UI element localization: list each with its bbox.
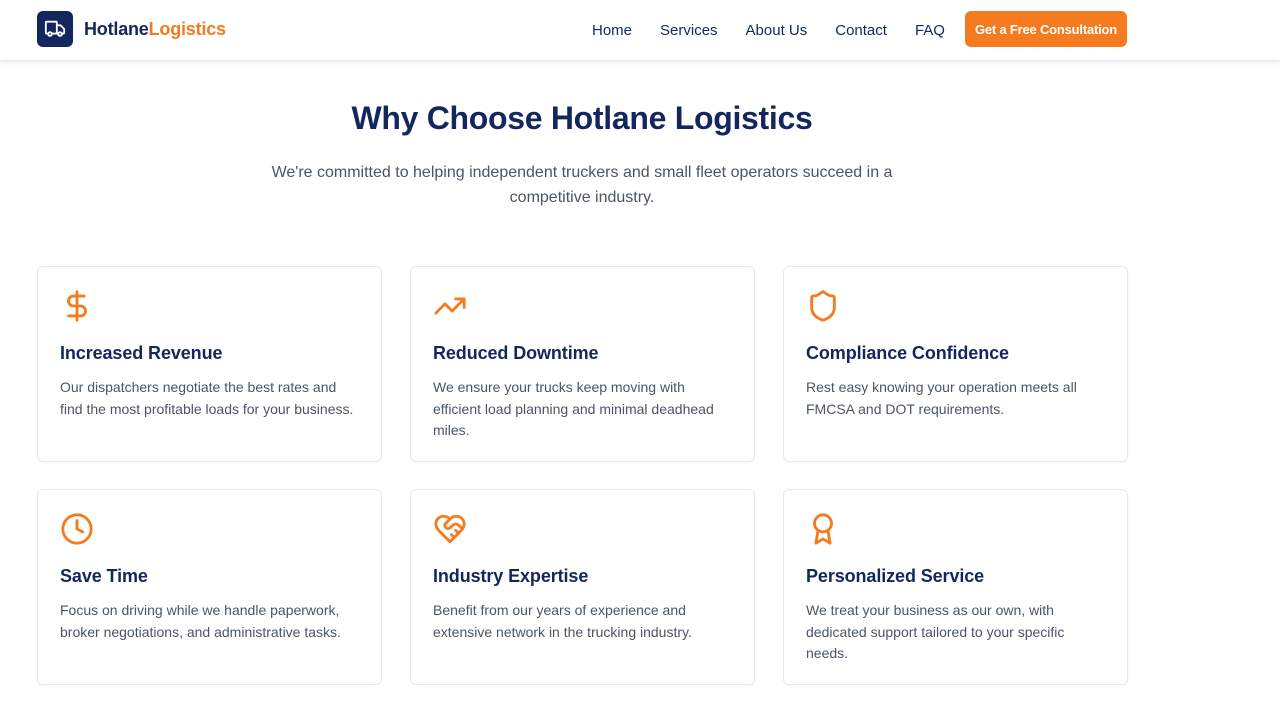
feature-title: Increased Revenue xyxy=(60,343,223,363)
main-nav: Home Services About Us Contact FAQ xyxy=(592,0,945,60)
navbar: HotlaneLogistics Home Services About Us … xyxy=(0,0,1280,61)
truck-icon xyxy=(37,11,73,47)
feature-title: Reduced Downtime xyxy=(433,343,599,363)
feature-card-industry-expertise: Industry Expertise Benefit from our year… xyxy=(410,489,755,685)
nav-link-faq[interactable]: FAQ xyxy=(915,22,945,39)
brand-logo-link[interactable]: HotlaneLogistics xyxy=(37,11,226,47)
clock-icon xyxy=(60,512,94,546)
award-icon xyxy=(806,512,840,546)
brand-name-part2: Logistics xyxy=(148,18,226,39)
feature-description: Focus on driving while we handle paperwo… xyxy=(60,602,341,640)
brand-name: HotlaneLogistics xyxy=(84,19,226,40)
heart-handshake-icon xyxy=(433,512,467,546)
feature-description: Our dispatchers negotiate the best rates… xyxy=(60,379,354,417)
feature-description: Rest easy knowing your operation meets a… xyxy=(806,379,1077,417)
feature-title: Personalized Service xyxy=(806,566,985,586)
feature-card-increased-revenue: Increased Revenue Our dispatchers negoti… xyxy=(37,266,382,462)
nav-link-services[interactable]: Services xyxy=(660,22,718,39)
feature-card-compliance-confidence: Compliance Confidence Rest easy knowing … xyxy=(783,266,1128,462)
feature-description: Benefit from our years of experience and… xyxy=(433,602,692,640)
feature-title: Save Time xyxy=(60,566,148,586)
feature-title: Industry Expertise xyxy=(433,566,589,586)
nav-link-home[interactable]: Home xyxy=(592,22,632,39)
section-subtitle: We're committed to helping independent t… xyxy=(271,164,893,206)
shield-icon xyxy=(806,289,840,323)
feature-card-personalized-service: Personalized Service We treat your busin… xyxy=(783,489,1128,685)
nav-link-contact[interactable]: Contact xyxy=(835,22,887,39)
nav-link-about-us[interactable]: About Us xyxy=(746,22,808,39)
feature-title: Compliance Confidence xyxy=(806,343,1009,363)
feature-description: We ensure your trucks keep moving with e… xyxy=(433,379,714,438)
trending-up-icon xyxy=(433,289,467,323)
section-title: Why Choose Hotlane Logistics xyxy=(351,100,813,136)
feature-card-save-time: Save Time Focus on driving while we hand… xyxy=(37,489,382,685)
feature-description: We treat your business as our own, with … xyxy=(806,602,1065,661)
dollar-icon xyxy=(60,289,94,323)
brand-name-part1: Hotlane xyxy=(84,18,149,39)
feature-card-reduced-downtime: Reduced Downtime We ensure your trucks k… xyxy=(410,266,755,462)
feature-grid: Increased Revenue Our dispatchers negoti… xyxy=(37,266,1128,685)
free-consultation-button[interactable]: Get a Free Consultation xyxy=(965,11,1127,47)
